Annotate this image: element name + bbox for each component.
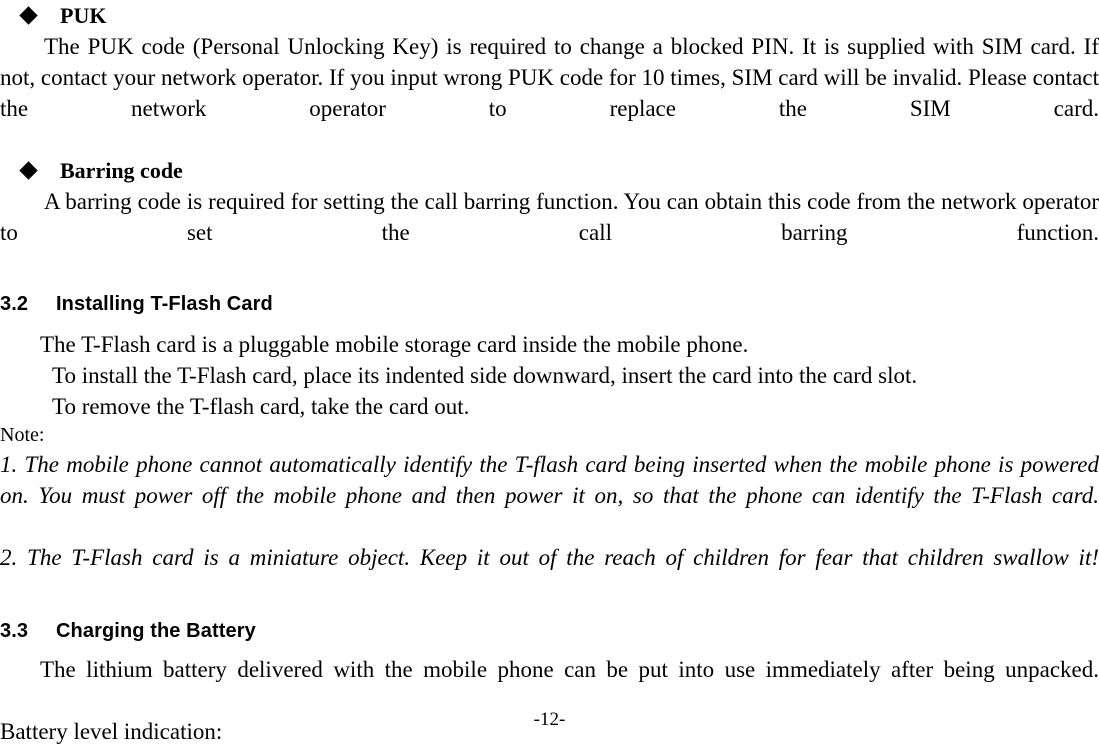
section-title: Installing T-Flash Card	[56, 293, 273, 315]
section-number: 3.3	[0, 620, 29, 642]
paragraph-barring-code: A barring code is required for setting t…	[0, 189, 1099, 245]
paragraph-tflash-remove: To remove the T-flash card, take the car…	[52, 394, 470, 419]
note-label: Note:	[0, 424, 45, 446]
section-heading-3-2: 3.2 Installing T-Flash Card	[0, 289, 1099, 319]
bullet-heading-barring-code: Barring code	[0, 155, 1099, 186]
paragraph-puk: The PUK code (Personal Unlocking Key) is…	[0, 34, 1099, 121]
note-item-1: 1. The mobile phone cannot automatically…	[0, 452, 1099, 508]
note-item-2: 2. The T-Flash card is a miniature objec…	[0, 545, 1099, 570]
paragraph-tflash-install: To install the T-Flash card, place its i…	[52, 363, 918, 388]
diamond-bullet-icon	[19, 161, 38, 180]
paragraph-battery: The lithium battery delivered with the m…	[40, 657, 1099, 682]
section-title: Charging the Battery	[56, 620, 256, 642]
diamond-bullet-icon	[19, 6, 38, 25]
paragraph-tflash-intro: The T-Flash card is a pluggable mobile s…	[40, 332, 749, 357]
section-number: 3.2	[0, 293, 29, 315]
bullet-heading-label: PUK	[60, 3, 107, 28]
section-heading-3-3: 3.3 Charging the Battery	[0, 616, 1099, 646]
bullet-heading-label: Barring code	[60, 158, 183, 183]
bullet-heading-puk: PUK	[0, 0, 1099, 31]
page-number: -12-	[533, 709, 566, 730]
page-footer: -12-	[0, 708, 1099, 732]
document-page: PUK The PUK code (Personal Unlocking Key…	[0, 0, 1099, 744]
